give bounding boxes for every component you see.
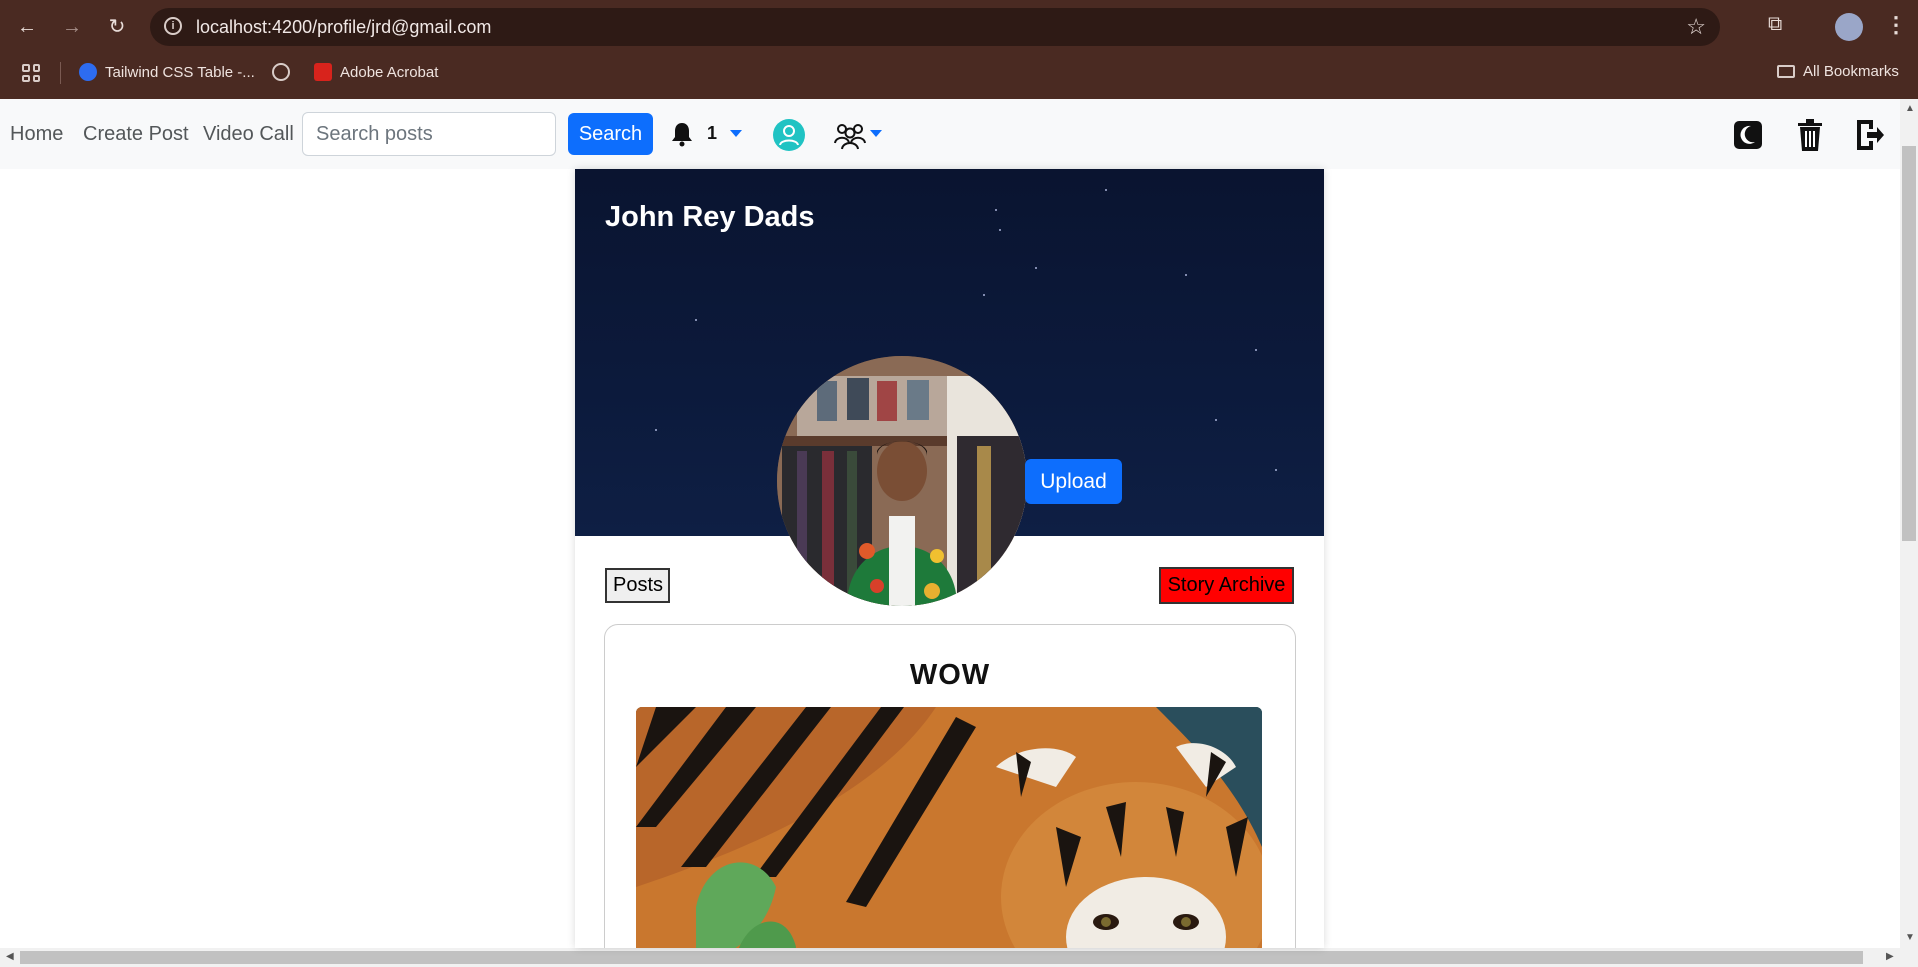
nav-create-post-link[interactable]: Create Post: [83, 123, 189, 146]
search-input[interactable]: [302, 112, 556, 156]
browser-profile-avatar[interactable]: [1835, 13, 1863, 41]
logout-icon[interactable]: [1855, 117, 1885, 153]
bookmark-tailwind[interactable]: Tailwind CSS Table -...: [79, 63, 255, 81]
trash-icon[interactable]: [1795, 117, 1825, 153]
address-url[interactable]: localhost:4200/profile/jrd@gmail.com: [196, 17, 491, 38]
star: [1035, 267, 1037, 269]
site-info-icon[interactable]: i: [164, 17, 182, 35]
nav-video-call-link[interactable]: Video Call: [203, 123, 294, 146]
tiger-photo: [636, 707, 1262, 948]
all-bookmarks[interactable]: All Bookmarks: [1777, 63, 1899, 80]
upload-button[interactable]: Upload: [1025, 459, 1122, 504]
profile-avatar-photo: [777, 356, 1027, 606]
profile-photo: [777, 356, 1027, 606]
all-bookmarks-label: All Bookmarks: [1803, 63, 1899, 80]
vertical-scrollbar-thumb[interactable]: [1902, 146, 1916, 541]
forward-arrow-icon[interactable]: →: [59, 14, 85, 40]
apps-grid-icon[interactable]: [22, 64, 40, 82]
scroll-left-icon[interactable]: ◀: [6, 951, 14, 962]
friends-group-icon[interactable]: [833, 119, 867, 151]
person-icon: [779, 125, 799, 146]
bookmark-globe[interactable]: [272, 63, 290, 81]
star: [1255, 349, 1257, 351]
star: [695, 319, 697, 321]
extensions-icon[interactable]: ⧉: [1768, 13, 1792, 37]
reload-icon[interactable]: ↻: [104, 14, 130, 40]
post-card: WOW: [604, 624, 1296, 948]
bookmark-acrobat[interactable]: Adobe Acrobat: [314, 63, 438, 81]
story-archive-button[interactable]: Story Archive: [1159, 567, 1294, 604]
posts-button[interactable]: Posts: [605, 568, 670, 603]
dark-mode-icon[interactable]: [1733, 117, 1763, 153]
star: [983, 294, 985, 296]
acrobat-icon: [314, 63, 332, 81]
globe-icon: [272, 63, 290, 81]
bookmark-label: Tailwind CSS Table -...: [105, 63, 255, 81]
nav-home-link[interactable]: Home: [10, 123, 63, 146]
star: [995, 209, 997, 211]
tailwind-icon: [79, 63, 97, 81]
star: [999, 229, 1001, 231]
star: [1275, 469, 1277, 471]
bookmark-star-icon[interactable]: ☆: [1686, 14, 1706, 40]
horizontal-scrollbar-thumb[interactable]: [20, 951, 1863, 964]
star: [655, 429, 657, 431]
post-image: [636, 707, 1262, 948]
bell-icon[interactable]: [670, 121, 694, 147]
star: [1215, 419, 1217, 421]
profile-card: John Rey Dads Upload Posts Story Archive…: [575, 169, 1324, 948]
browser-menu-icon[interactable]: ⋮: [1885, 12, 1907, 38]
star: [1105, 189, 1107, 191]
scroll-down-icon[interactable]: ▼: [1905, 932, 1915, 943]
notification-caret-icon[interactable]: [730, 130, 742, 137]
star: [1185, 274, 1187, 276]
back-arrow-icon[interactable]: ←: [14, 14, 40, 40]
scroll-right-icon[interactable]: ▶: [1886, 951, 1894, 962]
bookmark-label: Adobe Acrobat: [340, 63, 439, 81]
profile-name: John Rey Dads: [605, 201, 815, 233]
friends-caret-icon[interactable]: [870, 130, 882, 137]
search-button[interactable]: Search: [568, 113, 653, 155]
post-title: WOW: [909, 659, 991, 691]
address-bar[interactable]: i localhost:4200/profile/jrd@gmail.com ☆: [150, 8, 1720, 46]
notification-count: 1: [707, 123, 718, 143]
bookmarks-divider: [60, 62, 61, 84]
scroll-up-icon[interactable]: ▲: [1905, 103, 1915, 114]
user-profile-icon[interactable]: [773, 119, 805, 151]
folder-icon: [1777, 65, 1795, 78]
